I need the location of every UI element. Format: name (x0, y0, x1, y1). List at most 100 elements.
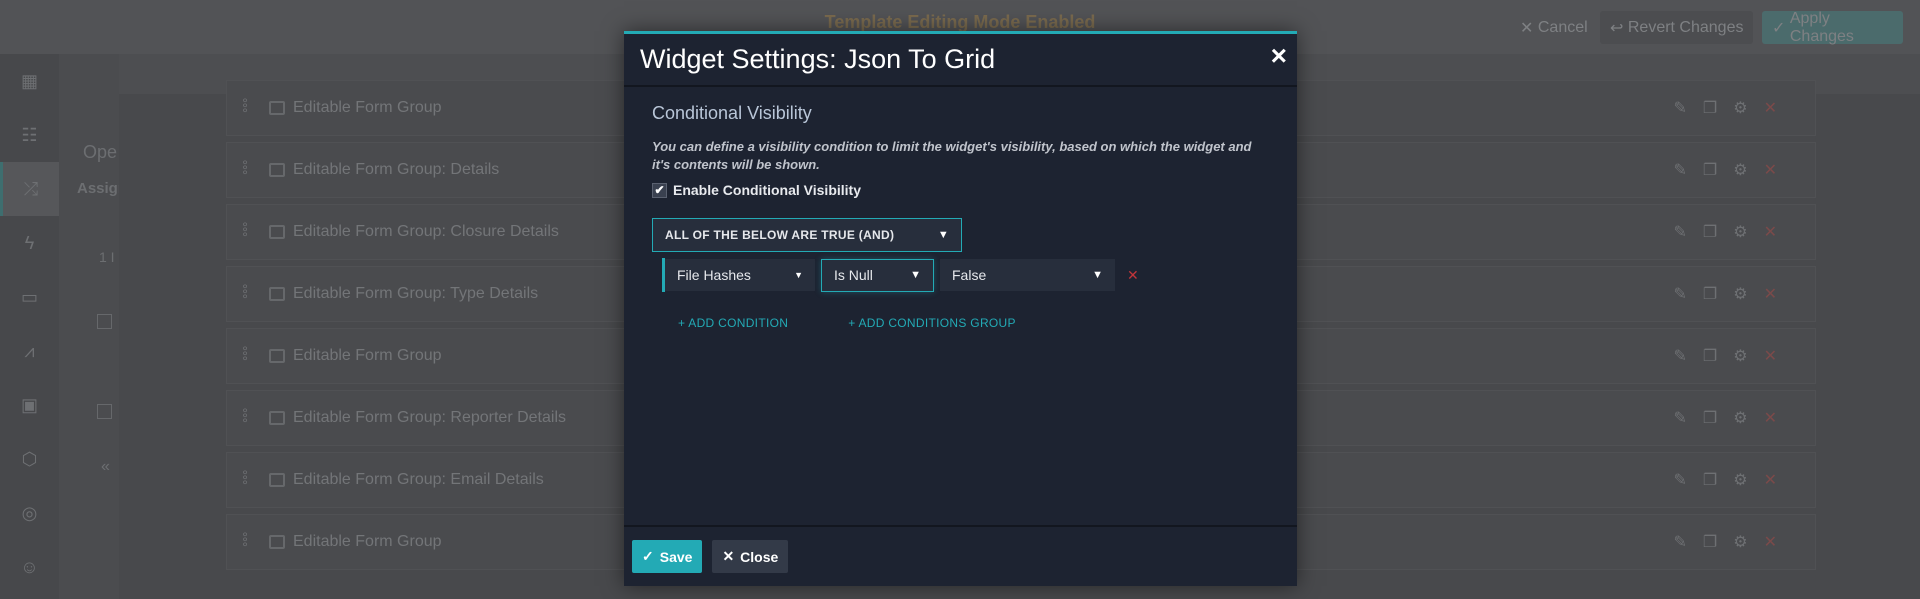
close-icon: ✕ (722, 548, 735, 564)
gear-icon[interactable]: ⚙ (1733, 222, 1747, 242)
edit-icon[interactable]: ✎ (1674, 160, 1687, 180)
edit-icon[interactable]: ✎ (1674, 532, 1687, 552)
cancel-button[interactable]: ✕ Cancel (1510, 11, 1598, 44)
caret-down-icon: ▼ (937, 229, 949, 241)
condition-row: File Hashes ▼ Is Null ▼ False ▼ ✕ (662, 258, 1269, 292)
edit-icon[interactable]: ✎ (1674, 222, 1687, 242)
modal-footer: ✓ Save ✕ Close (624, 525, 1297, 586)
record-panel: Ope Assign 1 I « (59, 54, 119, 599)
shuffle-icon[interactable]: ⤮ (0, 162, 59, 216)
chart-icon[interactable]: ⩘ (0, 324, 59, 378)
modal-title: Widget Settings: Json To Grid (640, 44, 996, 74)
delete-icon[interactable]: ✕ (1764, 160, 1777, 180)
widget-row-label: Editable Form Group: Type Details (293, 285, 539, 302)
copy-icon[interactable]: ❐ (1703, 98, 1717, 118)
widget-settings-modal: Widget Settings: Json To Grid × Conditio… (624, 31, 1297, 586)
sidebar: ▦ ☷ ⤮ ϟ ▭ ⩘ ▣ ⬡ ◎ ☺ (0, 54, 59, 599)
gear-icon[interactable]: ⚙ (1733, 470, 1747, 490)
panel-count: 1 I (99, 249, 115, 265)
close-icon[interactable]: × (1271, 40, 1287, 72)
apply-label: Apply Changes (1789, 9, 1854, 45)
value-value: False (952, 267, 987, 283)
widget-row-label: Editable Form Group: Email Details (293, 471, 544, 488)
apps-icon[interactable]: ▣ (0, 378, 59, 432)
close-label: Close (740, 548, 779, 565)
enable-visibility-checkbox[interactable]: ✔ Enable Conditional Visibility (652, 182, 1269, 198)
teams-icon[interactable]: ☷ (0, 108, 59, 162)
lifebuoy-icon[interactable]: ◎ (0, 486, 59, 540)
copy-icon[interactable]: ❐ (1703, 470, 1717, 490)
value-select[interactable]: False ▼ (940, 259, 1115, 291)
copy-icon[interactable]: ❐ (1703, 532, 1717, 552)
copy-icon[interactable]: ❐ (1703, 222, 1717, 242)
hexagon-icon[interactable]: ⬡ (0, 432, 59, 486)
delete-icon[interactable]: ✕ (1764, 408, 1777, 428)
close-button[interactable]: ✕ Close (712, 540, 789, 573)
checkmark-icon[interactable]: ✔ (652, 182, 667, 198)
users-icon[interactable]: ☺ (0, 540, 59, 594)
drag-handle-icon[interactable]: ° ° ° (241, 530, 249, 554)
operator-select[interactable]: Is Null ▼ (821, 258, 934, 292)
cancel-label: Cancel (1537, 18, 1588, 36)
drag-handle-icon[interactable]: ° ° ° (241, 158, 249, 182)
group-operator-select[interactable]: ALL OF THE BELOW ARE TRUE (AND) ▼ (652, 218, 962, 252)
drag-handle-icon[interactable]: ° ° ° (241, 406, 249, 430)
form-group-icon (269, 163, 285, 177)
delete-icon[interactable]: ✕ (1764, 222, 1777, 242)
widget-row-label: Editable Form Group: Details (293, 161, 500, 178)
form-group-icon (269, 411, 285, 425)
add-conditions-group-link[interactable]: + ADD CONDITIONS GROUP (848, 316, 1016, 330)
gear-icon[interactable]: ⚙ (1733, 532, 1747, 552)
close-icon: ✕ (1520, 19, 1538, 37)
section-description: You can define a visibility condition to… (652, 139, 1252, 172)
undo-icon: ↩ (1610, 19, 1628, 37)
copy-icon[interactable]: ❐ (1703, 346, 1717, 366)
drag-handle-icon[interactable]: ° ° ° (241, 220, 249, 244)
gear-icon[interactable]: ⚙ (1733, 284, 1747, 304)
gear-icon[interactable]: ⚙ (1733, 160, 1747, 180)
add-condition-link[interactable]: + ADD CONDITION (678, 316, 788, 330)
remove-condition-icon[interactable]: ✕ (1127, 267, 1139, 284)
field-select[interactable]: File Hashes ▼ (665, 259, 815, 291)
delete-icon[interactable]: ✕ (1764, 284, 1777, 304)
dashboard-icon[interactable]: ▦ (0, 54, 59, 108)
edit-icon[interactable]: ✎ (1674, 346, 1687, 366)
caret-down-icon: ▼ (794, 270, 803, 280)
drag-handle-icon[interactable]: ° ° ° (241, 344, 249, 368)
row-checkbox[interactable] (97, 404, 112, 419)
delete-icon[interactable]: ✕ (1764, 346, 1777, 366)
modal-header: Widget Settings: Json To Grid × (624, 34, 1297, 87)
delete-icon[interactable]: ✕ (1764, 98, 1777, 118)
group-operator-value: ALL OF THE BELOW ARE TRUE (AND) (665, 228, 895, 242)
revert-changes-button[interactable]: ↩ Revert Changes (1600, 11, 1754, 44)
collapse-icon[interactable]: « (101, 458, 110, 476)
widget-row-label: Editable Form Group (293, 347, 442, 364)
delete-icon[interactable]: ✕ (1764, 470, 1777, 490)
drag-handle-icon[interactable]: ° ° ° (241, 468, 249, 492)
apply-changes-button[interactable]: ✓ Apply Changes (1762, 9, 1903, 45)
delete-icon[interactable]: ✕ (1764, 532, 1777, 552)
edit-icon[interactable]: ✎ (1674, 408, 1687, 428)
row-checkbox[interactable] (97, 314, 112, 329)
gear-icon[interactable]: ⚙ (1733, 346, 1747, 366)
edit-icon[interactable]: ✎ (1674, 284, 1687, 304)
bolt-icon[interactable]: ϟ (0, 216, 59, 270)
form-group-icon (269, 349, 285, 363)
gear-icon[interactable]: ⚙ (1733, 98, 1747, 118)
copy-icon[interactable]: ❐ (1703, 408, 1717, 428)
edit-icon[interactable]: ✎ (1674, 98, 1687, 118)
save-button[interactable]: ✓ Save (632, 540, 703, 573)
caret-down-icon: ▼ (1092, 269, 1103, 281)
edit-icon[interactable]: ✎ (1674, 470, 1687, 490)
copy-icon[interactable]: ❐ (1703, 160, 1717, 180)
briefcase-icon[interactable]: ▭ (0, 270, 59, 324)
drag-handle-icon[interactable]: ° ° ° (241, 282, 249, 306)
caret-down-icon: ▼ (910, 269, 921, 281)
save-label: Save (659, 548, 693, 565)
widget-row-label: Editable Form Group: Reporter Details (293, 409, 566, 426)
operator-value: Is Null (834, 267, 873, 283)
copy-icon[interactable]: ❐ (1703, 284, 1717, 304)
drag-handle-icon[interactable]: ° ° ° (241, 96, 249, 120)
gear-icon[interactable]: ⚙ (1733, 408, 1747, 428)
enable-visibility-label: Enable Conditional Visibility (673, 182, 861, 198)
